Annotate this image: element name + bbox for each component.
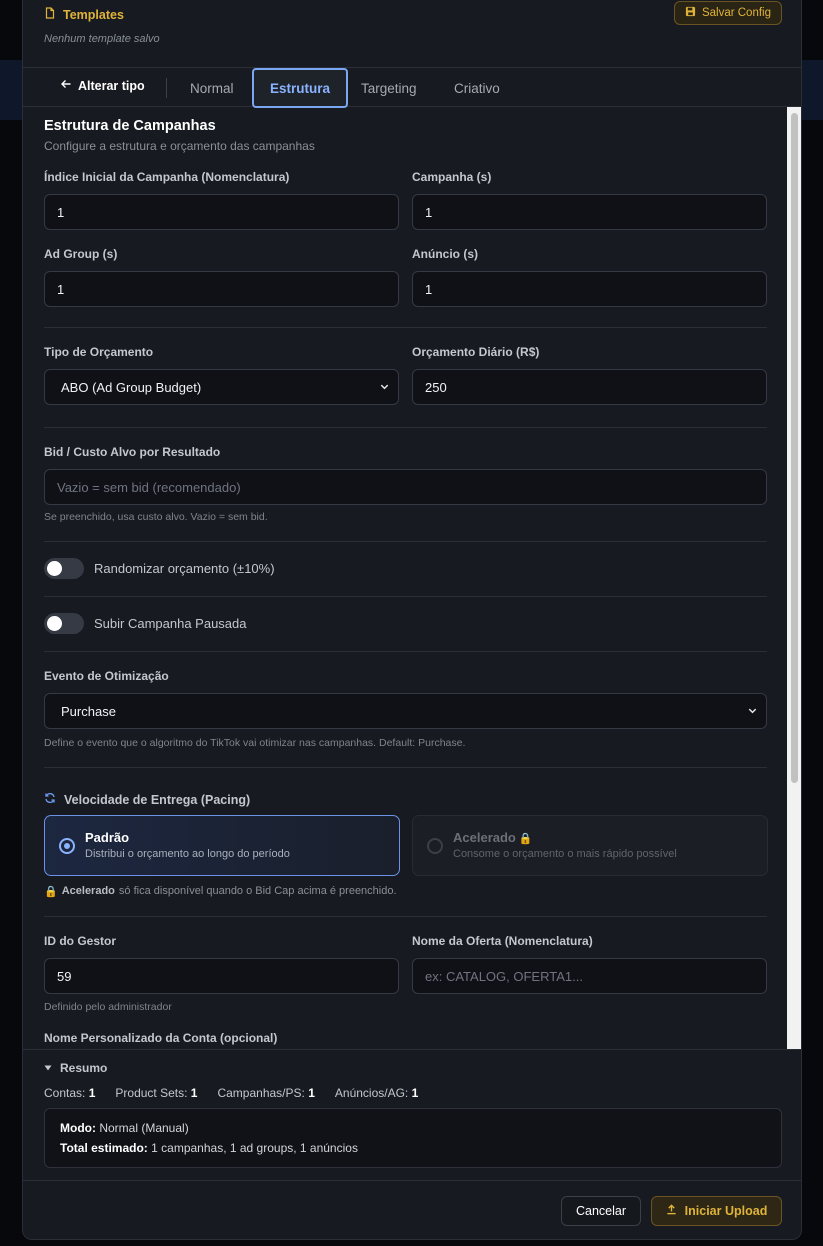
manager-id-label: ID do Gestor — [44, 934, 117, 948]
arrow-left-icon — [60, 78, 72, 93]
chevron-down-icon — [379, 380, 390, 395]
paused-campaign-label: Subir Campanha Pausada — [94, 616, 247, 631]
start-index-input[interactable]: 1 — [44, 194, 399, 230]
save-config-label: Salvar Config — [701, 7, 771, 19]
summary-total: Total estimado: 1 campanhas, 1 ad groups… — [60, 1141, 358, 1155]
randomize-budget-label: Randomizar orçamento (±10%) — [94, 561, 275, 576]
scrollbar-thumb[interactable] — [791, 113, 798, 783]
divider — [44, 427, 767, 428]
paused-campaign-toggle[interactable] — [44, 613, 84, 634]
tab-normal[interactable]: Normal — [190, 68, 234, 108]
scrollbar[interactable] — [787, 107, 801, 1049]
pacing-standard-name: Padrão — [85, 830, 130, 845]
start-upload-label: Iniciar Upload — [684, 1204, 768, 1218]
templates-empty-text: Nenhum template salvo — [44, 33, 160, 45]
refresh-icon — [44, 792, 56, 807]
radio-unselected — [427, 838, 443, 854]
campaigns-input[interactable]: 1 — [412, 194, 767, 230]
radio-selected — [59, 838, 75, 854]
stat-accounts: Contas: 1 — [44, 1086, 96, 1100]
pacing-accelerated-title: Acelerado 🔒 — [453, 830, 533, 845]
budget-type-value: ABO (Ad Group Budget) — [61, 379, 202, 395]
optimization-event-label: Evento de Otimização — [44, 669, 169, 683]
budget-type-label: Tipo de Orçamento — [44, 345, 154, 359]
stat-ads-per-ag: Anúncios/AG: 1 — [334, 1086, 419, 1100]
file-icon — [44, 7, 56, 22]
pacing-note-bold: Acelerado — [61, 885, 115, 897]
floppy-disk-icon — [685, 6, 696, 20]
tab-estrutura[interactable]: Estrutura — [252, 68, 349, 108]
modal-footer: Cancelar Iniciar Upload — [23, 1180, 801, 1239]
budget-type-select[interactable]: ABO (Ad Group Budget) — [44, 369, 399, 405]
summary-title: Resumo — [60, 1061, 108, 1075]
stat-campaigns-per-ps: Campanhas/PS: 1 — [217, 1086, 315, 1100]
daily-budget-label: Orçamento Diário (R$) — [412, 345, 540, 359]
manager-id-input[interactable]: 59 — [44, 958, 399, 994]
templates-title-text: Templates — [63, 7, 124, 22]
ad-groups-label: Ad Group (s) — [44, 247, 118, 261]
toggle-knob — [47, 616, 62, 631]
section-subtitle: Configure a estrutura e orçamento das ca… — [44, 139, 315, 153]
structure-panel: Estrutura de Campanhas Configure a estru… — [23, 107, 788, 1049]
tab-criativo[interactable]: Criativo — [454, 68, 500, 108]
manager-id-hint: Definido pelo administrador — [44, 1001, 172, 1013]
triangle-down-icon — [44, 1061, 52, 1075]
start-index-label: Índice Inicial da Campanha (Nomenclatura… — [44, 170, 290, 184]
divider — [44, 916, 767, 917]
tab-targeting[interactable]: Targeting — [361, 68, 417, 108]
upload-modal: Templates Nenhum template salvo Salvar C… — [22, 0, 802, 1240]
custom-account-name-label: Nome Personalizado da Conta (opcional) — [44, 1031, 278, 1045]
chevron-down-icon — [747, 704, 758, 719]
save-config-button[interactable]: Salvar Config — [673, 1, 782, 25]
change-type-button[interactable]: Alterar tipo — [60, 78, 145, 93]
bid-input[interactable]: Vazio = sem bid (recomendado) — [44, 469, 767, 505]
divider — [44, 767, 767, 768]
offer-name-input[interactable]: ex: CATALOG, OFERTA1... — [412, 958, 767, 994]
bid-hint: Se preenchido, usa custo alvo. Vazio = s… — [44, 511, 268, 523]
templates-bar: Templates Nenhum template salvo Salvar C… — [23, 1, 801, 57]
cancel-button[interactable]: Cancelar — [561, 1196, 641, 1226]
summary-section: Resumo Contas: 1 Product Sets: 1 Campanh… — [23, 1049, 801, 1181]
summary-stats: Contas: 1 Product Sets: 1 Campanhas/PS: … — [44, 1086, 418, 1100]
divider — [44, 651, 767, 652]
templates-title: Templates — [44, 7, 124, 22]
upload-icon — [666, 1204, 677, 1218]
ads-label: Anúncio (s) — [412, 247, 478, 261]
start-upload-button[interactable]: Iniciar Upload — [651, 1196, 782, 1226]
ad-groups-input[interactable]: 1 — [44, 271, 399, 307]
divider — [44, 541, 767, 542]
summary-toggle[interactable]: Resumo — [44, 1061, 107, 1075]
pacing-title-text: Velocidade de Entrega (Pacing) — [64, 792, 251, 807]
tab-divider — [166, 78, 167, 98]
optimization-event-value: Purchase — [61, 703, 116, 719]
ads-input[interactable]: 1 — [412, 271, 767, 307]
pacing-note-text: só fica disponível quando o Bid Cap acim… — [118, 885, 397, 897]
pacing-note: 🔒 Acelerado só fica disponível quando o … — [44, 885, 397, 898]
pacing-standard-option[interactable]: Padrão Distribui o orçamento ao longo do… — [44, 815, 400, 876]
offer-name-label: Nome da Oferta (Nomenclatura) — [412, 934, 593, 948]
section-title: Estrutura de Campanhas — [44, 118, 216, 134]
pacing-accelerated-desc: Consome o orçamento o mais rápido possív… — [453, 848, 677, 860]
optimization-event-select[interactable]: Purchase — [44, 693, 767, 729]
optimization-event-hint: Define o evento que o algoritmo do TikTo… — [44, 737, 466, 749]
lock-icon: 🔒 — [518, 833, 533, 845]
divider — [44, 596, 767, 597]
pacing-accelerated-name: Acelerado — [453, 830, 516, 845]
campaigns-label: Campanha (s) — [412, 170, 492, 184]
stat-product-sets: Product Sets: 1 — [115, 1086, 198, 1100]
pacing-title: Velocidade de Entrega (Pacing) — [44, 792, 250, 807]
change-type-label: Alterar tipo — [78, 78, 145, 93]
tab-bar: Alterar tipo Normal Estrutura Targeting … — [23, 67, 801, 108]
daily-budget-input[interactable]: 250 — [412, 369, 767, 405]
summary-mode: Modo: Normal (Manual) — [60, 1121, 189, 1135]
toggle-knob — [47, 561, 62, 576]
bid-label: Bid / Custo Alvo por Resultado — [44, 445, 221, 459]
randomize-budget-toggle[interactable] — [44, 558, 84, 579]
summary-mode-box: Modo: Normal (Manual) Total estimado: 1 … — [44, 1108, 782, 1168]
lock-icon: 🔒 — [44, 886, 58, 898]
divider — [44, 327, 767, 328]
pacing-accelerated-option: Acelerado 🔒 Consome o orçamento o mais rá… — [412, 815, 768, 876]
pacing-standard-desc: Distribui o orçamento ao longo do períod… — [85, 848, 290, 860]
